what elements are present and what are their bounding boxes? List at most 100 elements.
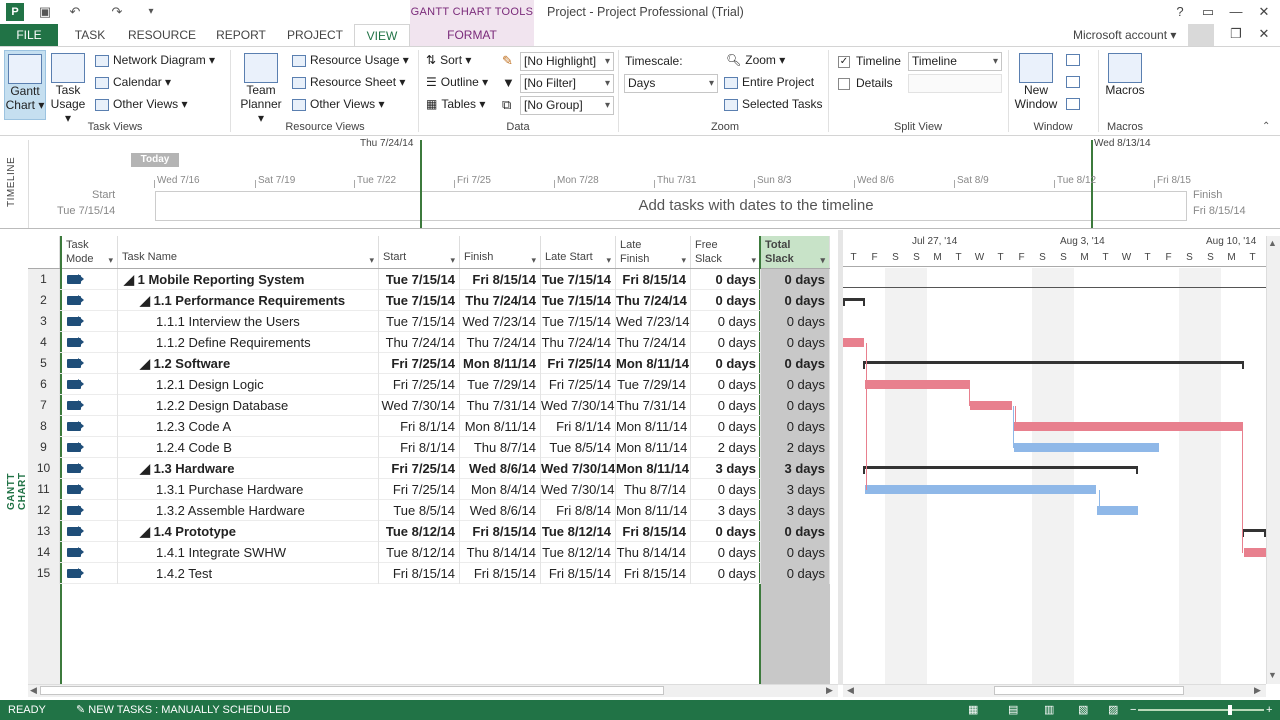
lf-cell[interactable]: Thu 8/14/14 (616, 542, 691, 563)
lf-cell[interactable]: Wed 7/23/14 (616, 311, 691, 332)
ls-cell[interactable]: Wed 7/30/14 (541, 479, 616, 500)
zoom-slider[interactable] (1138, 709, 1264, 711)
switch-windows-icon[interactable] (1066, 54, 1080, 66)
lf-cell[interactable]: Thu 7/24/14 (616, 332, 691, 353)
grid-scroll-thumb[interactable] (40, 686, 664, 695)
zoom-out-icon[interactable]: − (1130, 700, 1136, 720)
summary-bar[interactable] (843, 298, 865, 301)
ls-cell[interactable]: Tue 7/15/14 (541, 311, 616, 332)
lf-cell[interactable]: Fri 8/15/14 (616, 563, 691, 584)
scroll-down-icon[interactable]: ▼ (1268, 670, 1277, 680)
tab-report[interactable]: REPORT (210, 24, 272, 46)
arrange-all-icon[interactable] (1066, 76, 1080, 88)
timeline-checkbox[interactable]: ✓ Timeline (838, 54, 901, 68)
scroll-right-icon[interactable]: ▶ (826, 685, 833, 696)
table-row[interactable]: 14 1.4.1 Integrate SWHW Tue 8/12/14 Thu 8/1… (28, 542, 830, 563)
free-cell[interactable]: 0 days (691, 521, 761, 542)
total-cell[interactable]: 0 days (761, 332, 830, 353)
row-number[interactable]: 3 (28, 311, 60, 332)
team-planner-view-icon[interactable]: ▧ (1078, 700, 1088, 720)
calendar-button[interactable]: Calendar ▾ (95, 75, 171, 89)
team-planner-button[interactable]: Team Planner ▾ (236, 50, 286, 125)
scroll-up-icon[interactable]: ▲ (1268, 238, 1277, 248)
vertical-scrollbar[interactable] (1266, 236, 1280, 684)
task-mode-cell[interactable] (62, 542, 118, 563)
gantt-view-icon[interactable]: ▤ (1008, 700, 1018, 720)
task-mode-cell[interactable] (62, 332, 118, 353)
lf-cell[interactable]: Thu 7/24/14 (616, 290, 691, 311)
row-number[interactable]: 6 (28, 374, 60, 395)
ls-cell[interactable]: Tue 7/15/14 (541, 269, 616, 290)
total-cell[interactable]: 0 days (761, 521, 830, 542)
finish-cell[interactable]: Tue 7/29/14 (460, 374, 541, 395)
free-cell[interactable]: 0 days (691, 374, 761, 395)
free-cell[interactable]: 3 days (691, 500, 761, 521)
total-cell[interactable]: 3 days (761, 500, 830, 521)
total-cell[interactable]: 3 days (761, 479, 830, 500)
finish-cell[interactable]: Thu 8/14/14 (460, 542, 541, 563)
task-bar[interactable] (1014, 443, 1159, 452)
highlight-dropdown[interactable]: [No Highlight] (520, 52, 614, 71)
zoom-in-icon[interactable]: + (1266, 700, 1272, 720)
task-name-cell[interactable]: 1.1.2 Define Requirements (118, 332, 379, 353)
sort-button[interactable]: ⇅ Sort ▾ (426, 53, 471, 67)
finish-cell[interactable]: Mon 8/11/14 (460, 353, 541, 374)
total-cell[interactable]: 0 days (761, 542, 830, 563)
task-name-cell[interactable]: ◢ 1.2 Software (118, 353, 379, 374)
start-cell[interactable]: Fri 8/1/14 (379, 437, 460, 458)
network-diagram-button[interactable]: Network Diagram ▾ (95, 53, 215, 67)
ls-cell[interactable]: Tue 8/5/14 (541, 437, 616, 458)
row-number[interactable]: 5 (28, 353, 60, 374)
total-cell[interactable]: 3 days (761, 458, 830, 479)
free-cell[interactable]: 0 days (691, 479, 761, 500)
summary-bar[interactable] (863, 466, 1138, 469)
gantt-chart-button[interactable]: Gantt Chart ▾ (4, 50, 46, 120)
header-late-start[interactable]: Late Start ▾ (541, 236, 616, 268)
free-cell[interactable]: 2 days (691, 437, 761, 458)
start-cell[interactable]: Fri 8/1/14 (379, 416, 460, 437)
lf-cell[interactable]: Tue 7/29/14 (616, 374, 691, 395)
chart-scroll-thumb[interactable] (994, 686, 1184, 695)
task-bar[interactable] (1097, 506, 1138, 515)
help-icon[interactable]: ? (1166, 2, 1194, 22)
finish-cell[interactable]: Wed 8/6/14 (460, 500, 541, 521)
task-name-cell[interactable]: 1.2.4 Code B (118, 437, 379, 458)
task-mode-cell[interactable] (62, 269, 118, 290)
ls-cell[interactable]: Thu 7/24/14 (541, 332, 616, 353)
start-cell[interactable]: Fri 7/25/14 (379, 374, 460, 395)
redo-icon[interactable]: ↷ (106, 2, 128, 22)
task-mode-cell[interactable] (62, 500, 118, 521)
free-cell[interactable]: 3 days (691, 458, 761, 479)
total-cell[interactable]: 0 days (761, 311, 830, 332)
lf-cell[interactable]: Mon 8/11/14 (616, 458, 691, 479)
row-number[interactable]: 14 (28, 542, 60, 563)
ls-cell[interactable]: Wed 7/30/14 (541, 395, 616, 416)
undo-icon[interactable]: ↶ (64, 2, 86, 22)
task-mode-cell[interactable] (62, 458, 118, 479)
table-row[interactable]: 11 1.3.1 Purchase Hardware Fri 7/25/14 Mon … (28, 479, 830, 500)
task-name-cell[interactable]: 1.2.1 Design Logic (118, 374, 379, 395)
header-start[interactable]: Start ▾ (379, 236, 460, 268)
free-cell[interactable]: 0 days (691, 542, 761, 563)
finish-cell[interactable]: Fri 8/15/14 (460, 269, 541, 290)
finish-cell[interactable]: Thu 8/7/14 (460, 437, 541, 458)
restore-icon[interactable]: ❐ (1222, 24, 1250, 44)
start-cell[interactable]: Tue 7/15/14 (379, 269, 460, 290)
zoom-slider-thumb[interactable] (1228, 705, 1232, 715)
save-icon[interactable]: ▣ (34, 2, 56, 22)
finish-cell[interactable]: Thu 7/31/14 (460, 395, 541, 416)
resource-sheet-button[interactable]: Resource Sheet ▾ (292, 75, 405, 89)
close-icon[interactable]: ✕ (1250, 2, 1278, 22)
start-cell[interactable]: Tue 8/12/14 (379, 542, 460, 563)
table-row[interactable]: 1 ◢ 1 Mobile Reporting System Tue 7/15/14 F… (28, 269, 830, 290)
task-name-cell[interactable]: 1.3.1 Purchase Hardware (118, 479, 379, 500)
group-dropdown[interactable]: [No Group] (520, 96, 614, 115)
table-row[interactable]: 12 1.3.2 Assemble Hardware Tue 8/5/14 Wed 8… (28, 500, 830, 521)
task-name-cell[interactable]: ◢ 1.3 Hardware (118, 458, 379, 479)
project-summary-bar[interactable] (843, 287, 1266, 288)
tab-task[interactable]: TASK (66, 24, 114, 46)
task-name-cell[interactable]: 1.1.1 Interview the Users (118, 311, 379, 332)
start-cell[interactable]: Fri 8/15/14 (379, 563, 460, 584)
ls-cell[interactable]: Fri 7/25/14 (541, 353, 616, 374)
task-mode-cell[interactable] (62, 395, 118, 416)
